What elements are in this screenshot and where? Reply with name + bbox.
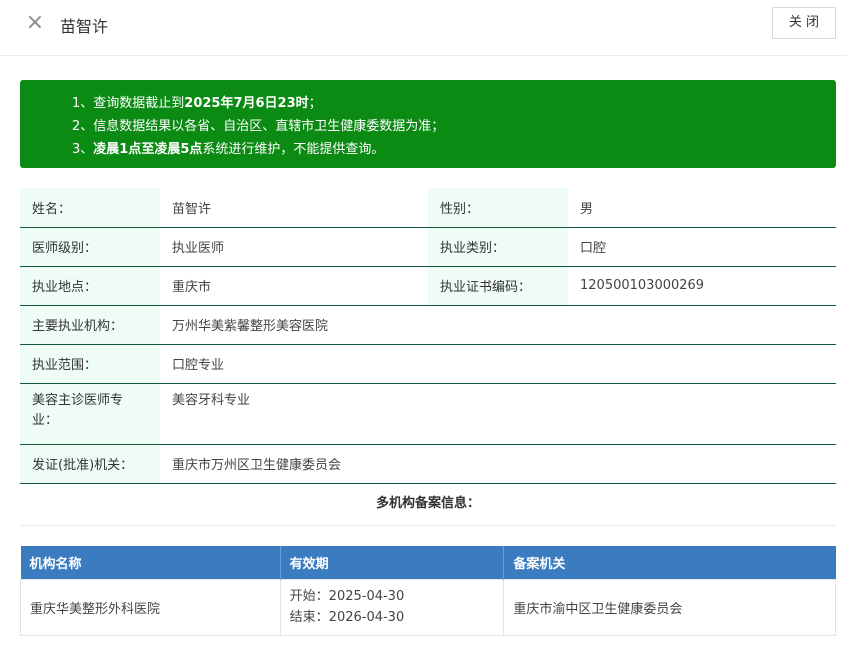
notice-line-2: 2、信息数据结果以各省、自治区、直辖市卫生健康委数据为准； [72, 115, 836, 138]
info-row: 美容主诊医师专业： 美容牙科专业 [20, 383, 836, 445]
doctor-info-table: 姓名： 苗智许 性别： 男 医师级别： 执业医师 执业类别： 口腔 执业地点： … [20, 188, 836, 484]
level-label: 医师级别： [20, 227, 160, 267]
record-authority-cell: 重庆市渝中区卫生健康委员会 [503, 578, 836, 636]
authority-value: 重庆市万州区卫生健康委员会 [160, 444, 836, 484]
notice-text: 3、 [72, 142, 94, 157]
category-label: 执业类别： [428, 227, 568, 267]
cosmetic-value: 美容牙科专业 [160, 383, 836, 445]
validity-cell: 开始：2025-04-30 结束：2026-04-30 [279, 578, 505, 636]
level-value: 执业医师 [160, 227, 428, 267]
close-icon[interactable]: × [24, 12, 46, 34]
notice-line-1: 1、查询数据截止到2025年7月6日23时； [72, 92, 836, 115]
dialog-header: × 苗智许 关 闭 [0, 0, 847, 56]
notice-bold: 2025年7月6日23时 [184, 96, 309, 111]
info-row: 医师级别： 执业医师 执业类别： 口腔 [20, 227, 836, 267]
location-label: 执业地点： [20, 266, 160, 306]
name-label: 姓名： [20, 188, 160, 228]
info-row: 执业范围： 口腔专业 [20, 344, 836, 384]
info-row: 姓名： 苗智许 性别： 男 [20, 188, 836, 228]
authority-label: 发证(批准)机关： [20, 444, 160, 484]
scope-value: 口腔专业 [160, 344, 836, 384]
table-row: 重庆华美整形外科医院 开始：2025-04-30 结束：2026-04-30 重… [20, 578, 836, 636]
info-row: 执业地点： 重庆市 执业证书编码： 120500103000269 [20, 266, 836, 306]
info-row: 发证(批准)机关： 重庆市万州区卫生健康委员会 [20, 444, 836, 484]
org-record-table: 机构名称 有效期 备案机关 重庆华美整形外科医院 开始：2025-04-30 结… [20, 546, 836, 636]
org-value: 万州华美紫馨整形美容医院 [160, 305, 836, 345]
validity-start: 开始：2025-04-30 [289, 589, 405, 604]
notice-text: 1、查询数据截止到 [72, 96, 185, 111]
org-name-cell: 重庆华美整形外科医院 [20, 578, 281, 636]
org-label: 主要执业机构： [20, 305, 160, 345]
name-value: 苗智许 [160, 188, 428, 228]
category-value: 口腔 [568, 227, 836, 267]
table-header-row: 机构名称 有效期 备案机关 [20, 546, 836, 579]
notice-text: 系统进行维护，不能提供查询。 [202, 142, 385, 157]
multi-org-title: 多机构备案信息： [20, 484, 836, 526]
scope-label: 执业范围： [20, 344, 160, 384]
notice-text: ； [308, 96, 322, 111]
column-header-validity: 有效期 [280, 546, 505, 579]
notice-bold: 凌晨1点至凌晨5点 [93, 142, 203, 157]
cert-value: 120500103000269 [568, 266, 836, 306]
gender-label: 性别： [428, 188, 568, 228]
notice-banner: 1、查询数据截止到2025年7月6日23时； 2、信息数据结果以各省、自治区、直… [20, 80, 836, 168]
notice-text: 2、信息数据结果以各省、自治区、直辖市卫生健康委数据为准； [72, 119, 445, 134]
info-row: 主要执业机构： 万州华美紫馨整形美容医院 [20, 305, 836, 345]
cosmetic-label: 美容主诊医师专业： [20, 383, 160, 445]
gender-value: 男 [568, 188, 836, 228]
close-button[interactable]: 关 闭 [772, 7, 836, 39]
notice-line-3: 3、凌晨1点至凌晨5点系统进行维护，不能提供查询。 [72, 138, 836, 161]
column-header-authority: 备案机关 [503, 546, 836, 579]
dialog-title: 苗智许 [60, 17, 109, 36]
cert-label: 执业证书编码： [428, 266, 568, 306]
location-value: 重庆市 [160, 266, 428, 306]
column-header-org-name: 机构名称 [20, 546, 281, 579]
validity-end: 结束：2026-04-30 [289, 610, 405, 625]
